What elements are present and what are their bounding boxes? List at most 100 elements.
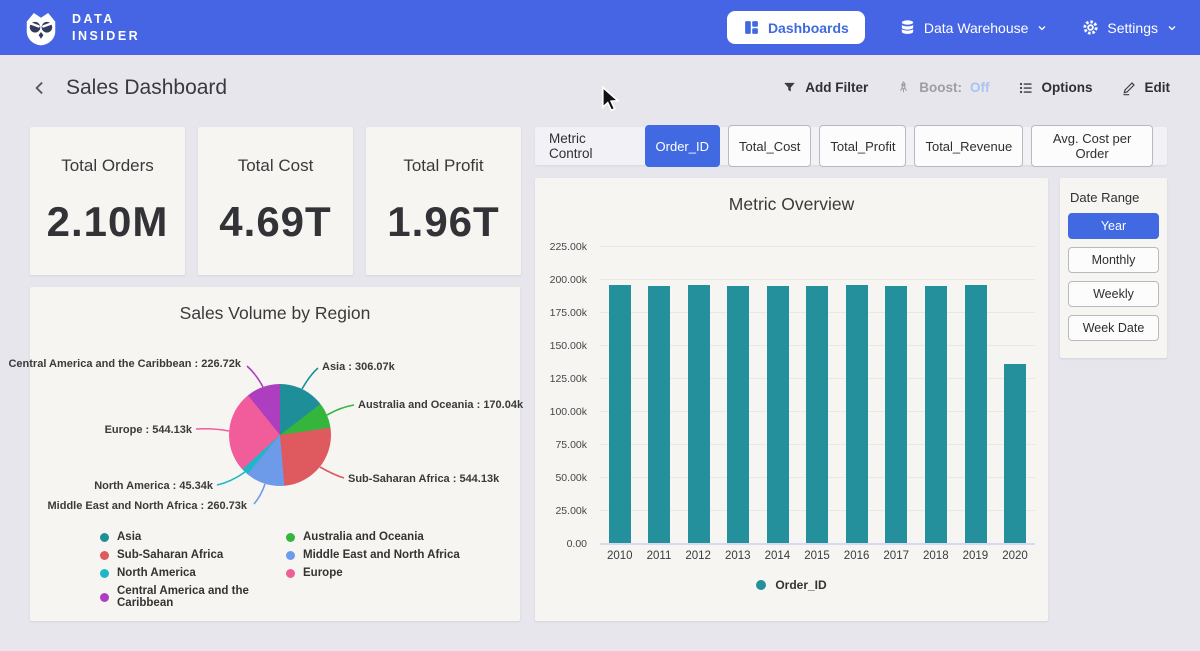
legend-item-north-america[interactable]: North America [100,567,286,579]
legend-item-australia-oceania[interactable]: Australia and Oceania [286,531,460,543]
pie-legend: Asia Australia and Oceania Sub-Saharan A… [100,531,460,609]
y-tick-label: 0.00 [567,538,587,550]
legend-dot [100,551,109,560]
bar-chart-legend[interactable]: Order_ID [535,578,1048,592]
brand-name: DATA INSIDER [72,11,140,45]
page-title: Sales Dashboard [66,76,227,100]
y-axis-labels: 0.0025.00k50.00k75.00k100.00k125.00k150.… [535,247,593,544]
legend-item-middle-east-north-africa[interactable]: Middle East and North Africa [286,549,460,561]
top-navbar: DATA INSIDER Dashboards [0,0,1200,55]
options-button[interactable]: Options [1018,80,1093,96]
x-tick-label: 2016 [844,550,870,562]
x-tick-label: 2014 [765,550,791,562]
x-tick-label: 2013 [725,550,751,562]
bar-2015[interactable] [806,286,828,544]
bar-legend-dot [756,580,766,590]
metric-control-options: Order_ID Total_Cost Total_Profit Total_R… [645,125,1153,167]
x-tick-label: 2019 [963,550,989,562]
metric-option-avg-cost-per-order[interactable]: Avg. Cost per Order [1031,125,1153,167]
owl-logo-icon [22,9,60,47]
edit-button[interactable]: Edit [1121,80,1171,96]
list-options-icon [1018,80,1034,96]
y-tick-label: 75.00k [555,439,587,451]
kpi-card-total-profit: Total Profit 1.96T [366,127,521,275]
bar-2014[interactable] [767,286,789,544]
bar-2011[interactable] [648,286,670,544]
back-button[interactable] [30,78,50,98]
x-tick-label: 2015 [804,550,830,562]
x-tick-label: 2010 [607,550,633,562]
metric-option-total-profit[interactable]: Total_Profit [819,125,906,167]
date-range-panel: Date Range Year Monthly Weekly Week Date [1060,178,1167,358]
gear-icon [1082,19,1099,36]
bar-plot [600,247,1035,544]
legend-item-asia[interactable]: Asia [100,531,286,543]
y-tick-label: 225.00k [550,241,587,253]
filter-funnel-icon [782,80,797,95]
legend-dot [286,533,295,542]
chevron-down-icon [1036,22,1048,34]
y-tick-label: 50.00k [555,472,587,484]
chevron-down-icon [1166,22,1178,34]
kpi-label: Total Cost [238,156,314,176]
x-tick-label: 2020 [1002,550,1028,562]
data-warehouse-menu[interactable]: Data Warehouse [899,19,1049,36]
brand-logo[interactable]: DATA INSIDER [22,9,140,47]
boost-state: Off [970,80,990,95]
metric-control-label: Metric Control [549,131,631,161]
kpi-value: 2.10M [47,198,169,246]
legend-dot [286,569,295,578]
bar-2012[interactable] [688,285,710,544]
kpi-card-total-cost: Total Cost 4.69T [198,127,353,275]
bar-2017[interactable] [885,286,907,544]
pie-chart[interactable] [229,384,331,486]
date-range-week-date-button[interactable]: Week Date [1068,315,1159,341]
x-axis-line [600,543,1035,545]
page-header: Sales Dashboard Add Filter Boost: Off [0,55,1200,120]
database-icon [899,19,916,36]
boost-toggle[interactable]: Boost: Off [896,80,989,95]
pie-chart-card: Sales Volume by Region Central America a… [30,287,520,621]
x-tick-label: 2018 [923,550,949,562]
bar-2019[interactable] [965,285,987,545]
metric-control-bar: Metric Control Order_ID Total_Cost Total… [535,127,1167,165]
y-tick-label: 175.00k [550,307,587,319]
bars [600,247,1035,544]
legend-item-sub-saharan-africa[interactable]: Sub-Saharan Africa [100,549,286,561]
x-tick-label: 2011 [647,550,672,562]
pencil-icon [1121,80,1137,96]
settings-menu[interactable]: Settings [1082,19,1178,36]
rocket-icon [896,80,911,95]
pie-label-north-america: North America : 45.34k [94,480,213,492]
bar-2018[interactable] [925,286,947,544]
legend-dot [100,569,109,578]
date-range-monthly-button[interactable]: Monthly [1068,247,1159,273]
metric-option-total-cost[interactable]: Total_Cost [728,125,811,167]
metric-option-total-revenue[interactable]: Total_Revenue [914,125,1023,167]
y-tick-label: 125.00k [550,373,587,385]
date-range-weekly-button[interactable]: Weekly [1068,281,1159,307]
pie-chart-title: Sales Volume by Region [30,303,520,324]
dashboards-nav-button[interactable]: Dashboards [727,11,865,44]
pie-label-middle-east-north-africa: Middle East and North Africa : 260.73k [48,500,247,512]
legend-item-central-america[interactable]: Central America and the Caribbean [100,585,286,609]
y-tick-label: 150.00k [550,340,587,352]
bar-legend-label: Order_ID [775,578,826,592]
date-range-label: Date Range [1070,190,1159,205]
date-range-year-button[interactable]: Year [1068,213,1159,239]
x-tick-label: 2017 [883,550,909,562]
bar-2013[interactable] [727,286,749,544]
bar-chart-title: Metric Overview [535,194,1048,215]
legend-item-europe[interactable]: Europe [286,567,460,579]
pie-label-australia-oceania: Australia and Oceania : 170.04k [358,399,523,411]
bar-2010[interactable] [609,285,631,544]
y-tick-label: 200.00k [550,274,587,286]
kpi-label: Total Profit [403,156,483,176]
x-axis-labels: 2010201120122013201420152016201720182019… [600,550,1035,562]
metric-option-order-id[interactable]: Order_ID [645,125,720,167]
kpi-card-total-orders: Total Orders 2.10M [30,127,185,275]
bar-2020[interactable] [1004,364,1026,544]
add-filter-button[interactable]: Add Filter [782,80,868,95]
bar-2016[interactable] [846,285,868,544]
y-tick-label: 25.00k [555,505,587,517]
